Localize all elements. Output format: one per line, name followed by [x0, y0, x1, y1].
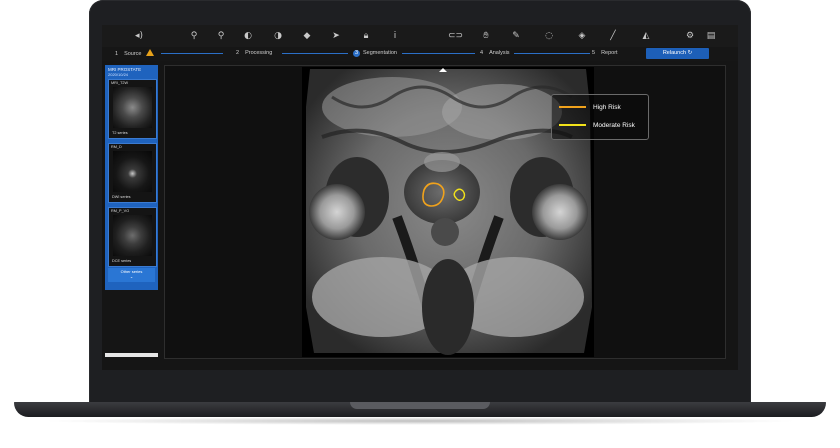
- eraser-icon[interactable]: ◭: [640, 30, 652, 42]
- app-screen: ◂) ⚲ ⚲ ◐ ◑ ◆ ➤ 🔒︎ ⅰ ⊂⊃ ✋︎ ✎ ◌ ◈ ╱ ◭ ⚙ ▤ …: [102, 25, 738, 370]
- hand-icon[interactable]: ✋︎: [480, 30, 492, 42]
- legend-swatch: [559, 124, 586, 127]
- series-code: MRI_T2W: [111, 81, 129, 85]
- series-sidebar: MRI PROSTATE 2020/10/24 MRI_T2W T2 serie…: [105, 65, 158, 290]
- brush-icon[interactable]: ╱: [607, 30, 619, 42]
- relaunch-button[interactable]: Relaunch ↻: [646, 48, 709, 59]
- step-source[interactable]: 1 Source: [115, 49, 154, 58]
- series-label: DCE series: [112, 259, 132, 263]
- legend-item-high-risk: High Risk: [559, 103, 621, 112]
- other-series-button[interactable]: Other series ⌄: [108, 268, 155, 282]
- image-viewport[interactable]: High Risk Moderate Risk: [164, 65, 726, 359]
- step-label: Report: [601, 50, 618, 56]
- info-icon[interactable]: ⅰ: [389, 30, 401, 42]
- step-number: 5: [592, 50, 596, 56]
- edit-icon[interactable]: ✎: [510, 30, 522, 42]
- legend-swatch: [559, 106, 586, 109]
- measure-icon[interactable]: ◆: [301, 30, 313, 42]
- sidebar-scrollbar[interactable]: [105, 353, 158, 357]
- legend-label: Moderate Risk: [593, 122, 635, 129]
- step-label: Source: [124, 51, 142, 57]
- workflow-stepper: 1 Source 2 Processing 3 Segmentation 4 Analy…: [102, 47, 738, 61]
- series-thumbnail: [113, 87, 152, 128]
- series-thumbnail: [113, 151, 152, 192]
- legend-item-moderate-risk: Moderate Risk: [559, 121, 635, 130]
- pointer-icon[interactable]: ➤: [330, 30, 342, 42]
- legend-label: High Risk: [593, 104, 621, 111]
- step-connector: [282, 53, 348, 54]
- speaker-icon[interactable]: ◂): [133, 30, 145, 42]
- series-card-dce[interactable]: RM_P_VO DCE series: [108, 207, 157, 267]
- series-code: RM_P_VO: [111, 209, 130, 213]
- laptop-shadow: [40, 417, 800, 425]
- lock-icon[interactable]: 🔒︎: [360, 30, 372, 42]
- series-thumbnail: [113, 215, 152, 256]
- series-label: T2 series: [112, 131, 128, 135]
- circle-icon[interactable]: ◌: [543, 30, 555, 42]
- step-number: 2: [236, 50, 240, 56]
- toolbar: ◂) ⚲ ⚲ ◐ ◑ ◆ ➤ 🔒︎ ⅰ ⊂⊃ ✋︎ ✎ ◌ ◈ ╱ ◭ ⚙ ▤: [102, 25, 738, 47]
- step-number: 1: [115, 51, 119, 57]
- step-connector: [514, 53, 590, 54]
- step-label: Analysis: [489, 50, 510, 56]
- study-date: 2020/10/24: [108, 72, 129, 77]
- step-connector: [161, 53, 223, 54]
- series-card-t2[interactable]: MRI_T2W T2 series: [108, 79, 157, 139]
- step-label: Segmentation: [363, 50, 397, 56]
- window-level-icon[interactable]: ◑: [272, 30, 284, 42]
- step-segmentation[interactable]: 3 Segmentation: [353, 49, 397, 57]
- zoom-in-icon[interactable]: ⚲: [215, 30, 227, 42]
- step-report[interactable]: 5 Report: [592, 49, 618, 57]
- step-number: 4: [480, 50, 484, 56]
- step-label: Processing: [245, 50, 273, 56]
- step-number: 3: [353, 50, 360, 57]
- series-label: DWI series: [112, 195, 131, 199]
- contrast-icon[interactable]: ◐: [242, 30, 254, 42]
- tag-icon[interactable]: ◈: [576, 30, 588, 42]
- step-analysis[interactable]: 4 Analysis: [480, 49, 510, 57]
- chevron-down-icon: ⌄: [129, 274, 134, 279]
- series-code: RM_D: [111, 145, 122, 149]
- warning-icon: [145, 49, 154, 56]
- step-connector: [402, 53, 475, 54]
- series-card-dwi[interactable]: RM_D DWI series: [108, 143, 157, 203]
- risk-legend: High Risk Moderate Risk: [551, 94, 649, 140]
- document-icon[interactable]: ▤: [705, 30, 717, 42]
- zoom-icon[interactable]: ⚲: [188, 30, 200, 42]
- toggle-icon[interactable]: ⊂⊃: [448, 30, 463, 42]
- laptop-notch: [350, 402, 490, 409]
- settings-icon[interactable]: ⚙: [684, 30, 696, 42]
- step-processing[interactable]: 2 Processing: [236, 49, 272, 57]
